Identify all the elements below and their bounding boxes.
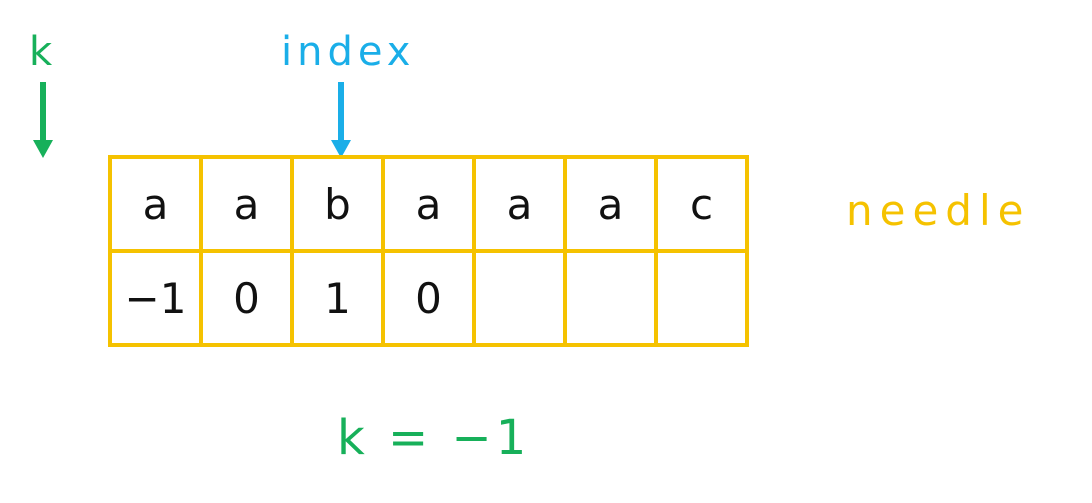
next-value-cell: 1 [290, 249, 385, 347]
needle-label: needle [846, 186, 1031, 235]
next-value-cell: −1 [108, 249, 203, 347]
next-value-cell: 0 [381, 249, 476, 347]
needle-chars-row: a a b a a a c [108, 155, 749, 253]
index-pointer-arrow-icon [331, 82, 351, 158]
needle-char-cell: b [290, 155, 385, 253]
needle-char-cell: a [472, 155, 567, 253]
index-pointer-label: index [281, 29, 416, 75]
needle-char-cell: a [563, 155, 658, 253]
k-value-equation: k = −1 [337, 410, 531, 466]
needle-char-cell: c [654, 155, 749, 253]
next-value-cell [654, 249, 749, 347]
needle-next-table: a a b a a a c −1 0 1 0 [108, 155, 749, 347]
k-pointer-arrow-icon [33, 82, 53, 158]
needle-char-cell: a [108, 155, 203, 253]
needle-char-cell: a [199, 155, 294, 253]
next-value-cell: 0 [199, 249, 294, 347]
k-pointer-label: k [29, 29, 53, 75]
next-value-cell [563, 249, 658, 347]
next-value-cell [472, 249, 567, 347]
needle-char-cell: a [381, 155, 476, 253]
next-array-row: −1 0 1 0 [108, 249, 749, 347]
